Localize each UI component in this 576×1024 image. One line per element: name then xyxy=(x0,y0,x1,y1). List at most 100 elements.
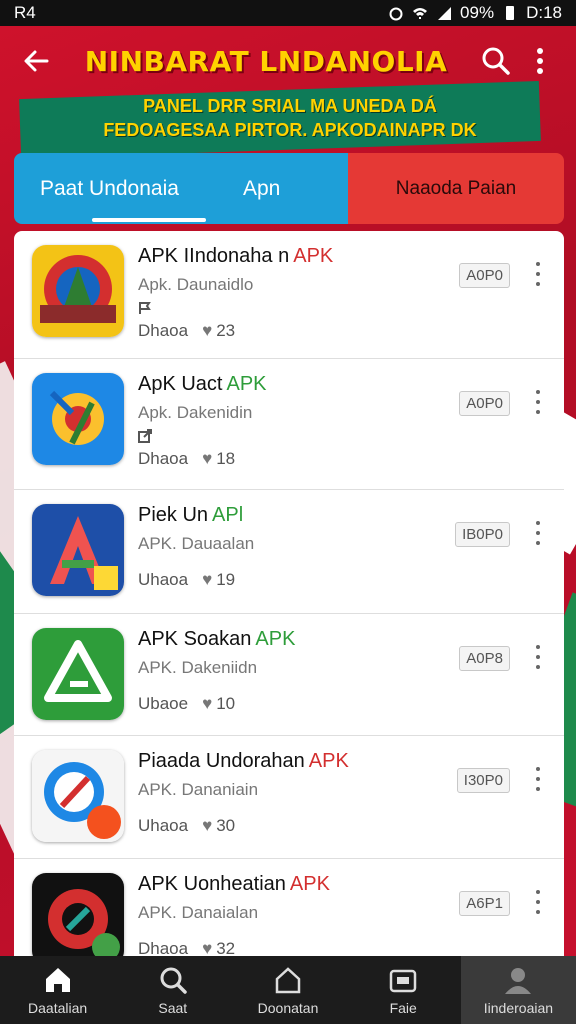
heart-icon: ♥ xyxy=(202,570,213,589)
app-meta: Dhaoa ♥ 18 xyxy=(138,449,236,468)
app-title: NINBARAT LNDANOLIA xyxy=(84,44,448,78)
app-name: ApK Uact APK xyxy=(138,373,267,395)
home-icon xyxy=(45,968,70,992)
app-name: APK Uonheatian APK xyxy=(138,873,330,895)
item-menu-icon[interactable] xyxy=(532,259,544,289)
likes-count: 30 xyxy=(216,816,236,835)
arrow-left-icon xyxy=(24,50,49,72)
item-menu-icon[interactable] xyxy=(532,764,544,794)
nav-profile[interactable]: Iinderoaian xyxy=(460,956,576,1024)
flag-icon xyxy=(139,302,151,314)
active-tab-indicator xyxy=(92,218,206,222)
search-icon xyxy=(160,967,187,994)
list-item[interactable]: Piek Un APl APK. Dauaalan Uhaoa ♥ 19 IB0P0 xyxy=(14,490,564,614)
app-list: APK IIndonaha n APK Apk. Daunaidlo Dhaoa ♥… xyxy=(14,231,564,956)
nav-search[interactable]: Saat xyxy=(115,956,230,1024)
list-item[interactable]: APK IIndonaha n APK Apk. Daunaidlo Dhaoa ♥… xyxy=(14,231,564,359)
bottom-navigation: Daatalian Saat Doonatan Faie Iinderoaian xyxy=(0,956,576,1024)
search-icon xyxy=(482,47,510,75)
item-menu-icon[interactable] xyxy=(532,642,544,672)
version-badge: IB0P0 xyxy=(455,522,510,547)
app-icon-green-a xyxy=(32,628,124,720)
wifi-icon xyxy=(413,8,428,19)
app-name: Piaada Undorahan APK xyxy=(138,750,349,772)
app-meta: Dhaoa ♥ 32 xyxy=(138,939,438,956)
battery-text: 09% xyxy=(460,3,495,22)
apk-tag: APK xyxy=(289,873,330,895)
tab-apn[interactable]: Apn xyxy=(243,177,280,201)
apk-tag: APK xyxy=(255,628,296,650)
tab-secondary[interactable]: Naaoda Paian xyxy=(348,153,564,224)
nav-files[interactable]: Faie xyxy=(346,956,461,1024)
apk-tag: APK xyxy=(308,750,349,772)
kebab-menu-icon xyxy=(537,48,543,74)
tab-group-blue: Paat Undonaia Apn xyxy=(14,153,348,224)
more-options-button[interactable] xyxy=(518,39,562,83)
item-menu-icon[interactable] xyxy=(532,887,544,917)
item-menu-icon[interactable] xyxy=(532,387,544,417)
app-name: APK Soakan APK xyxy=(138,628,296,650)
app-icon-letter-a xyxy=(32,504,124,596)
app-icon-shield xyxy=(32,373,124,465)
app-developer: Apk. Dakenidin xyxy=(138,403,253,422)
app-name: APK IIndonaha n APK xyxy=(138,245,334,267)
user-icon xyxy=(505,968,532,994)
nav-search-label: Saat xyxy=(158,1000,188,1016)
list-item[interactable]: Piaada Undorahan APK APK. Dananiain Uhaoa… xyxy=(14,736,564,859)
search-button[interactable] xyxy=(474,39,518,83)
version-badge: A0P0 xyxy=(459,263,510,288)
list-item[interactable]: ApK Uact APK Apk. Dakenidin Dhaoa ♥ 18 A0P0 xyxy=(14,359,564,490)
version-badge: I30P0 xyxy=(456,768,510,793)
nav-home[interactable]: Daatalian xyxy=(0,956,115,1024)
app-icon-gear xyxy=(32,873,124,956)
heart-icon: ♥ xyxy=(202,449,213,468)
likes-count: 23 xyxy=(216,321,236,340)
heart-icon: ♥ xyxy=(202,939,213,956)
app-developer: Apk. Daunaidlo xyxy=(138,275,254,294)
list-item[interactable]: APK Uonheatian APK APK. Danaialan Dhaoa ♥ 3… xyxy=(14,859,564,956)
back-button[interactable] xyxy=(14,39,58,83)
house-outline-icon xyxy=(275,967,301,994)
likes-count: 18 xyxy=(216,449,236,468)
nav-files-label: Faie xyxy=(389,1000,417,1016)
app-icon-compass xyxy=(32,750,124,842)
status-left-text: R4 xyxy=(14,3,36,22)
app-header: NINBARAT LNDANOLIA xyxy=(0,26,576,96)
clock-text: D:18 xyxy=(526,3,562,22)
nav-downloads[interactable]: Doonatan xyxy=(230,956,345,1024)
banner-subtitle: PANEL DRR SRIAL MA UNEDA DÁ FEDOAGESAA P… xyxy=(40,94,540,142)
status-bar: R4 09% D:18 xyxy=(0,0,576,26)
nav-home-label: Daatalian xyxy=(28,1000,88,1016)
apk-tag: APK xyxy=(293,245,334,267)
apk-tag: APl xyxy=(212,504,244,526)
signal-icon xyxy=(438,7,452,20)
folder-icon xyxy=(389,969,417,993)
nav-downloads-label: Doonatan xyxy=(257,1000,319,1016)
app-meta: Dhaoa ♥ 23 xyxy=(138,321,236,340)
likes-count: 32 xyxy=(216,939,236,956)
alarm-icon xyxy=(389,7,403,21)
version-badge: A0P8 xyxy=(459,646,510,671)
app-developer: APK. Dauaalan xyxy=(138,534,255,553)
apk-tag: APK xyxy=(226,373,267,395)
version-badge: A6P1 xyxy=(459,891,510,916)
item-menu-icon[interactable] xyxy=(532,518,544,548)
likes-count: 10 xyxy=(216,694,236,713)
app-developer: APK. Danaialan xyxy=(138,903,259,922)
subtitle-line-1: PANEL DRR SRIAL MA UNEDA DÁ xyxy=(143,96,437,116)
subtitle-line-2: FEDOAGESAA PIRTOR. APKODAINAPR DK xyxy=(103,120,477,140)
list-item[interactable]: APK Soakan APK APK. Dakeniidn Ubaoe ♥ 10 A0… xyxy=(14,614,564,736)
external-icon xyxy=(138,429,152,443)
tab-bar: Paat Undonaia Apn Naaoda Paian xyxy=(14,153,564,224)
likes-count: 19 xyxy=(216,570,236,589)
app-meta: Ubaoe ♥ 10 xyxy=(138,694,236,713)
heart-icon: ♥ xyxy=(202,694,213,713)
app-meta: Uhaoa ♥ 19 xyxy=(138,570,236,589)
nav-profile-label: Iinderoaian xyxy=(483,1000,554,1016)
app-developer: APK. Dananiain xyxy=(138,780,259,799)
app-name: Piek Un APl xyxy=(138,504,244,526)
app-meta: Uhaoa ♥ 30 xyxy=(138,816,236,835)
tab-primary[interactable]: Paat Undonaia xyxy=(40,177,179,201)
version-badge: A0P0 xyxy=(459,391,510,416)
battery-icon xyxy=(506,6,515,20)
